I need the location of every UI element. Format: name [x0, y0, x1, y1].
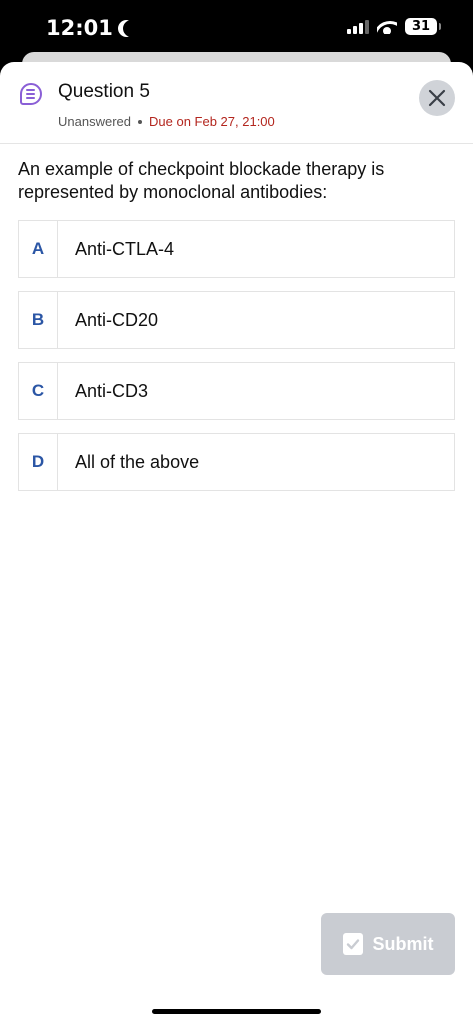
question-sheet: Question 5 Unanswered Due on Feb 27, 21:…	[0, 62, 473, 1024]
status-bar: 12:01 31	[0, 0, 473, 54]
option-a[interactable]: A Anti-CTLA-4	[18, 220, 455, 278]
due-date: Due on Feb 27, 21:00	[149, 114, 275, 129]
battery-icon: 31	[405, 18, 441, 35]
status-time: 12:01	[46, 16, 134, 40]
separator-dot	[138, 119, 142, 124]
clipboard-check-icon	[342, 933, 363, 955]
question-meta: Unanswered Due on Feb 27, 21:00	[58, 114, 275, 129]
close-icon	[428, 89, 446, 107]
option-text: Anti-CTLA-4	[75, 238, 175, 259]
question-chat-icon	[20, 83, 42, 105]
option-letter: B	[19, 292, 58, 348]
option-d[interactable]: D All of the above	[18, 433, 455, 491]
option-letter: C	[19, 363, 58, 419]
question-title: Question 5	[58, 81, 150, 102]
home-indicator[interactable]	[152, 1009, 321, 1014]
signal-icon	[347, 19, 369, 34]
submit-label: Submit	[372, 933, 434, 954]
option-letter: D	[19, 434, 58, 490]
question-header: Question 5 Unanswered Due on Feb 27, 21:…	[0, 62, 473, 144]
moon-icon	[123, 20, 140, 37]
clock: 12:01	[46, 16, 113, 40]
battery-level: 31	[411, 19, 431, 34]
option-text: Anti-CD3	[75, 380, 149, 401]
close-button[interactable]	[419, 80, 455, 116]
wifi-icon	[377, 19, 397, 34]
option-letter: A	[19, 221, 58, 277]
question-text: An example of checkpoint blockade therap…	[18, 159, 385, 202]
option-text: Anti-CD20	[75, 309, 159, 330]
answer-status: Unanswered	[58, 114, 131, 129]
status-icons: 31	[347, 18, 441, 35]
option-text: All of the above	[75, 451, 200, 472]
submit-button[interactable]: Submit	[321, 913, 455, 975]
option-c[interactable]: C Anti-CD3	[18, 362, 455, 420]
option-b[interactable]: B Anti-CD20	[18, 291, 455, 349]
